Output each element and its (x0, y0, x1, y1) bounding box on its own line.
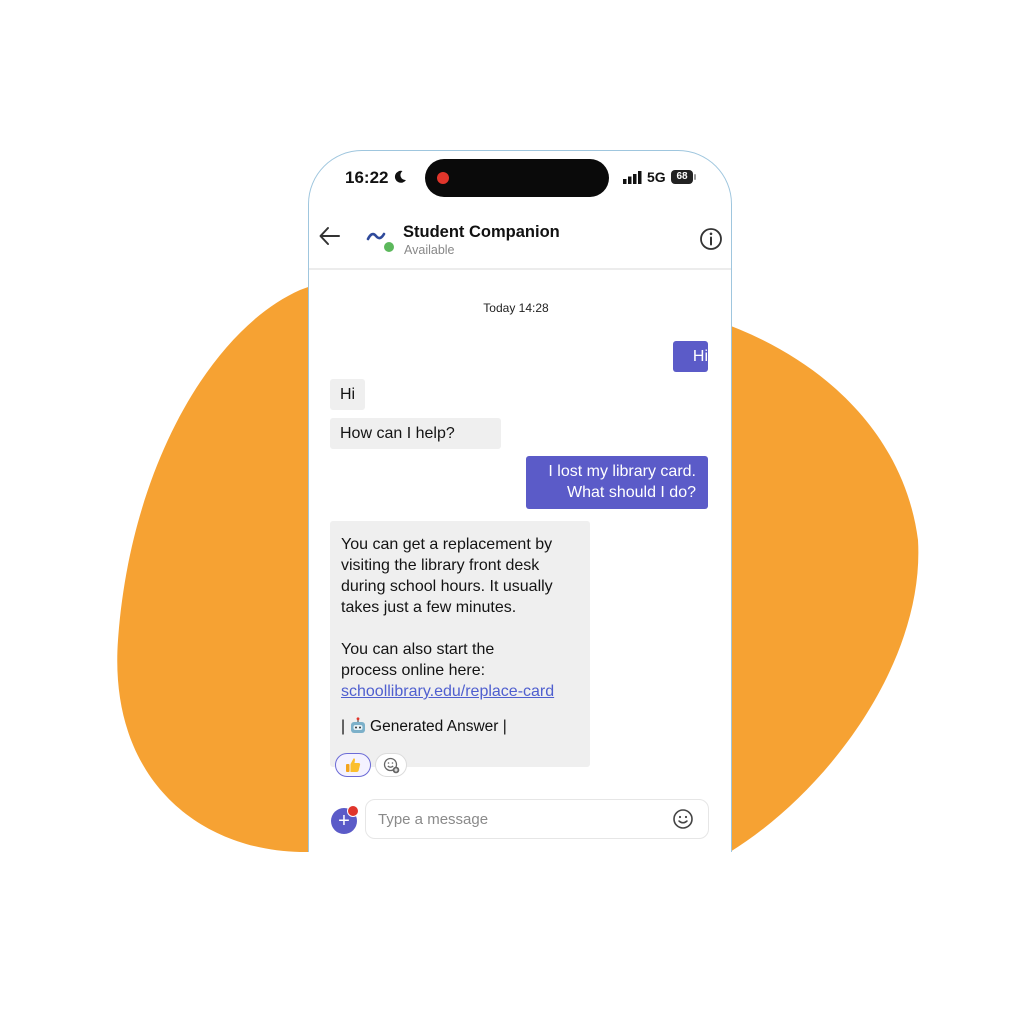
generated-answer-label: Generated Answer (370, 718, 499, 735)
battery-cap (694, 174, 696, 180)
message-line: takes just a few minutes. (341, 599, 517, 616)
message-line: process online here: (341, 662, 486, 679)
battery-indicator: 68 (671, 170, 693, 184)
chat-header: Student Companion Available (309, 207, 731, 270)
phone-frame: 16:22 5G 68 Student Companion Available (308, 150, 732, 871)
tag-bar-left: | (341, 718, 346, 735)
signal-icon (623, 171, 642, 184)
message-line: What should I do? (567, 484, 696, 501)
chat-date-separator: Today 14:28 (483, 301, 549, 315)
user-message[interactable]: Hi (673, 341, 708, 372)
thumbs-up-reaction[interactable] (335, 753, 371, 777)
add-reaction-icon (383, 757, 400, 774)
message-line: You can get a replacement by (341, 536, 553, 553)
tag-bar-right: | (498, 718, 507, 735)
bot-answer-message[interactable]: You can get a replacement by visiting th… (330, 521, 590, 767)
notification-dot (347, 805, 359, 817)
network-type: 5G (647, 169, 666, 185)
back-arrow-icon[interactable] (317, 223, 343, 249)
chat-title: Student Companion (403, 223, 560, 241)
message-input-placeholder: Type a message (378, 811, 489, 828)
moon-icon (394, 170, 406, 183)
recording-indicator (437, 172, 449, 184)
presence-status: Available (404, 243, 455, 257)
replace-card-link[interactable]: schoollibrary.edu/replace-card (341, 683, 554, 700)
message-line: visiting the library front desk (341, 557, 540, 574)
bot-message[interactable]: How can I help? (330, 418, 501, 449)
dynamic-island (425, 159, 609, 197)
presence-available-dot (383, 241, 395, 253)
emoji-icon[interactable] (672, 808, 694, 830)
bot-message[interactable]: Hi (330, 379, 365, 410)
generated-answer-tag: | Generated Answer | (341, 716, 580, 737)
message-input[interactable]: Type a message (365, 799, 709, 839)
status-bar: 16:22 5G 68 (309, 151, 731, 207)
info-icon[interactable] (698, 226, 724, 252)
user-message[interactable]: I lost my library card. What should I do… (526, 456, 708, 509)
robot-face-icon (351, 716, 366, 733)
status-time: 16:22 (345, 168, 389, 187)
add-reaction-button[interactable] (375, 753, 407, 777)
thumbs-up-icon (346, 758, 361, 772)
message-line: I lost my library card. (548, 463, 696, 480)
message-line: during school hours. It usually (341, 578, 553, 595)
message-line: You can also start the (341, 641, 495, 658)
phone-bottom-fade (300, 852, 740, 892)
